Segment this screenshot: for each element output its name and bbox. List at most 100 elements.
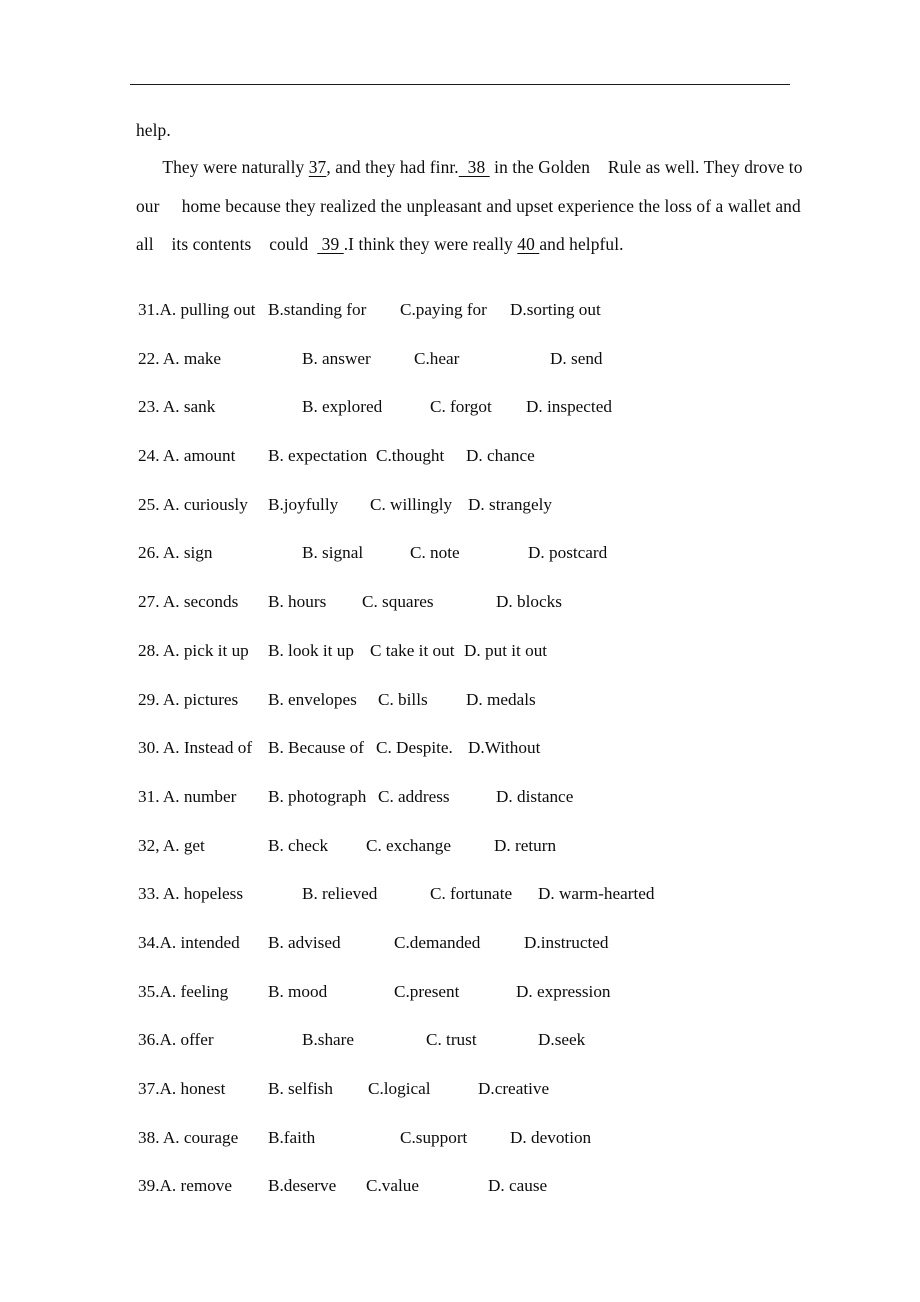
option-a[interactable]: 36.A. offer: [138, 1016, 214, 1065]
option-c[interactable]: C. bills: [378, 676, 428, 725]
option-d[interactable]: D.sorting out: [510, 286, 601, 335]
option-b[interactable]: B. relieved: [302, 870, 377, 919]
option-a[interactable]: 39.A. remove: [138, 1162, 232, 1211]
option-d[interactable]: D. blocks: [496, 578, 562, 627]
option-c[interactable]: C. note: [410, 529, 460, 578]
option-b[interactable]: B. signal: [302, 529, 363, 578]
option-a[interactable]: 30. A. Instead of: [138, 724, 252, 773]
option-b[interactable]: B. Because of: [268, 724, 364, 773]
option-d[interactable]: D. cause: [488, 1162, 547, 1211]
question-row: 38. A. courage B.faith C.support D. devotio…: [138, 1114, 838, 1163]
option-d[interactable]: D. expression: [516, 968, 611, 1017]
question-row: 33. A. hopeless B. relieved C. fortunate D.…: [138, 870, 838, 919]
passage-text: all its contents could: [136, 234, 318, 255]
question-row: 24. A. amount B. expectation C.thought D. c…: [138, 432, 838, 481]
option-d[interactable]: D. chance: [466, 432, 535, 481]
question-row: 27. A. seconds B. hours C. squares D. block…: [138, 578, 838, 627]
option-b[interactable]: B. hours: [268, 578, 326, 627]
option-a[interactable]: 37.A. honest: [138, 1065, 225, 1114]
option-c[interactable]: C.logical: [368, 1065, 431, 1114]
option-b[interactable]: B. explored: [302, 383, 382, 432]
question-row: 22. A. make B. answer C.hear D. send: [138, 335, 838, 384]
option-a[interactable]: 25. A. curiously: [138, 481, 248, 530]
option-c[interactable]: C.paying for: [400, 286, 487, 335]
option-c[interactable]: C. forgot: [430, 383, 492, 432]
option-b[interactable]: B. answer: [302, 335, 371, 384]
option-c[interactable]: C. willingly: [370, 481, 452, 530]
question-row: 32, A. get B. check C. exchange D. return: [138, 822, 838, 871]
option-a[interactable]: 29. A. pictures: [138, 676, 238, 725]
option-a[interactable]: 23. A. sank: [138, 383, 215, 432]
option-d[interactable]: D. postcard: [528, 529, 607, 578]
question-row: 23. A. sank B. explored C. forgot D. inspec…: [138, 383, 838, 432]
question-row: 31. A. number B. photograph C. address D. d…: [138, 773, 838, 822]
header-rule: [130, 84, 790, 85]
option-d[interactable]: D.creative: [478, 1065, 549, 1114]
blank-gap: 40: [517, 234, 540, 255]
option-a[interactable]: 31. A. number: [138, 773, 236, 822]
option-d[interactable]: D.Without: [468, 724, 540, 773]
question-row: 25. A. curiously B.joyfully C. willingly D.…: [138, 481, 838, 530]
option-d[interactable]: D. put it out: [464, 627, 547, 676]
option-b[interactable]: B. expectation: [268, 432, 367, 481]
option-c[interactable]: C. exchange: [366, 822, 451, 871]
option-b[interactable]: B.deserve: [268, 1162, 336, 1211]
passage-text: They were naturally: [136, 157, 309, 177]
option-c[interactable]: C.value: [366, 1162, 419, 1211]
option-c[interactable]: C.present: [394, 968, 459, 1017]
passage-text: , and they had finr.: [326, 157, 459, 177]
option-c[interactable]: C. trust: [426, 1016, 477, 1065]
option-c[interactable]: C.hear: [414, 335, 459, 384]
option-d[interactable]: D. warm-hearted: [538, 870, 654, 919]
option-a[interactable]: 27. A. seconds: [138, 578, 238, 627]
option-c[interactable]: C.support: [400, 1114, 467, 1163]
option-a[interactable]: 35.A. feeling: [138, 968, 228, 1017]
option-b[interactable]: B.faith: [268, 1114, 315, 1163]
option-b[interactable]: B. look it up: [268, 627, 354, 676]
option-d[interactable]: D. return: [494, 822, 556, 871]
option-d[interactable]: D. distance: [496, 773, 573, 822]
option-d[interactable]: D. send: [550, 335, 603, 384]
option-d[interactable]: D. medals: [466, 676, 536, 725]
option-b[interactable]: B.standing for: [268, 286, 366, 335]
option-c[interactable]: C.demanded: [394, 919, 480, 968]
option-b[interactable]: B.joyfully: [268, 481, 338, 530]
option-b[interactable]: B. envelopes: [268, 676, 357, 725]
option-a[interactable]: 34.A. intended: [138, 919, 240, 968]
option-b[interactable]: B.share: [302, 1016, 354, 1065]
option-a[interactable]: 22. A. make: [138, 335, 221, 384]
option-a[interactable]: 28. A. pick it up: [138, 627, 249, 676]
option-a[interactable]: 26. A. sign: [138, 529, 213, 578]
passage-block: help. They were naturally 37, and they h…: [136, 112, 802, 264]
option-c[interactable]: C. fortunate: [430, 870, 512, 919]
option-a[interactable]: 24. A. amount: [138, 432, 235, 481]
option-b[interactable]: B. advised: [268, 919, 341, 968]
options-list: 31.A. pulling out B.standing for C.paying …: [138, 286, 838, 1211]
question-row: 30. A. Instead of B. Because of C. Despite…: [138, 724, 838, 773]
option-c[interactable]: C. squares: [362, 578, 434, 627]
question-row: 39.A. remove B.deserve C.value D. cause: [138, 1162, 838, 1211]
passage-text: help.: [136, 120, 171, 140]
blank-gap: 39: [317, 234, 344, 255]
blank-gap: 38: [458, 157, 490, 177]
option-d[interactable]: D. strangely: [468, 481, 552, 530]
option-c[interactable]: C take it out: [370, 627, 455, 676]
option-a[interactable]: 38. A. courage: [138, 1114, 238, 1163]
option-c[interactable]: C.thought: [376, 432, 444, 481]
option-c[interactable]: C. Despite.: [376, 724, 453, 773]
option-b[interactable]: B. mood: [268, 968, 327, 1017]
option-c[interactable]: C. address: [378, 773, 450, 822]
option-b[interactable]: B. selfish: [268, 1065, 333, 1114]
option-d[interactable]: D. devotion: [510, 1114, 591, 1163]
option-d[interactable]: D.seek: [538, 1016, 585, 1065]
option-b[interactable]: B. check: [268, 822, 328, 871]
option-a[interactable]: 31.A. pulling out: [138, 286, 255, 335]
option-a[interactable]: 32, A. get: [138, 822, 205, 871]
passage-text: in the Golden Rule as well. They drove t…: [489, 157, 803, 177]
option-b[interactable]: B. photograph: [268, 773, 366, 822]
passage-line: They were naturally 37, and they had fin…: [136, 148, 802, 187]
option-d[interactable]: D. inspected: [526, 383, 612, 432]
option-a[interactable]: 33. A. hopeless: [138, 870, 243, 919]
passage-text: .I think they were really: [343, 234, 518, 255]
option-d[interactable]: D.instructed: [524, 919, 609, 968]
